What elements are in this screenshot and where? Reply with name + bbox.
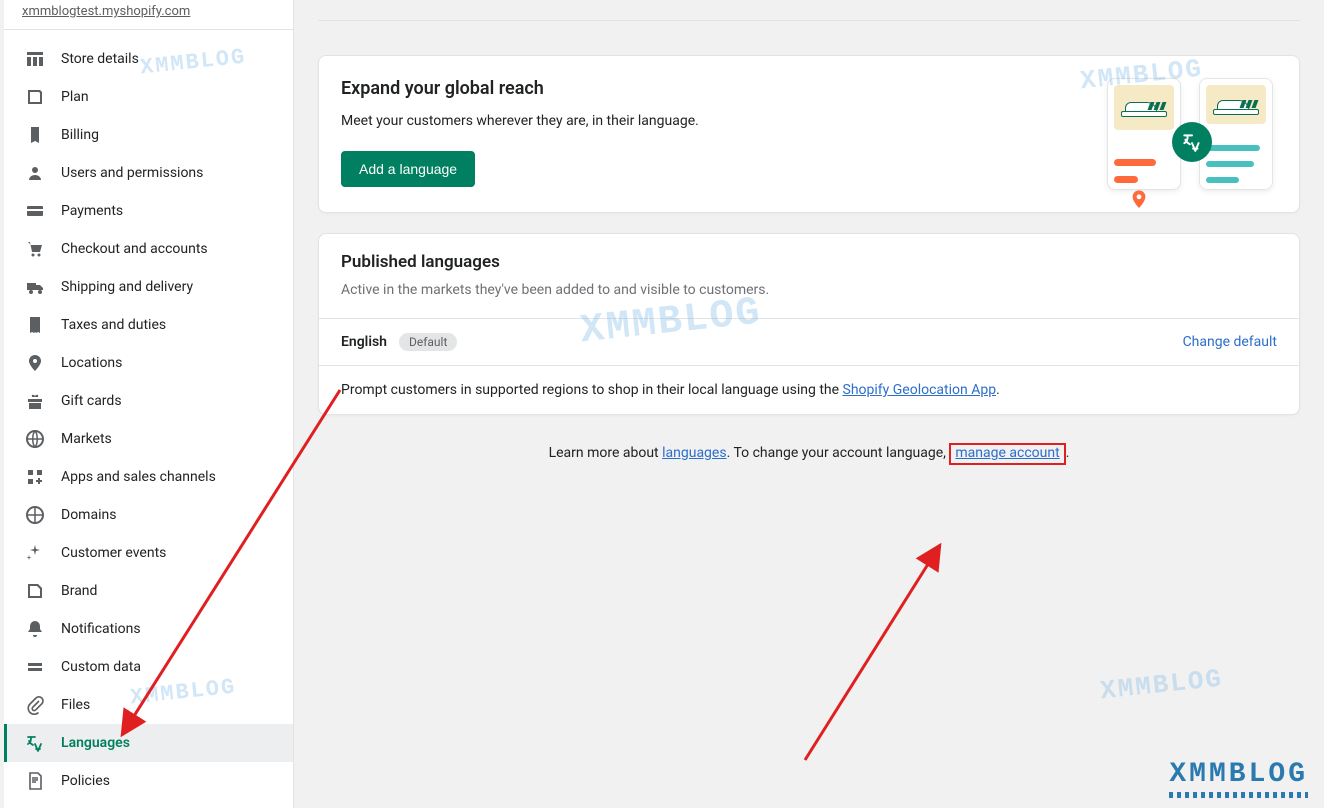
sparkle-icon [25, 543, 45, 563]
sidebar-item-apps[interactable]: Apps and sales channels [4, 458, 293, 496]
sidebar-item-checkout[interactable]: Checkout and accounts [4, 230, 293, 268]
sidebar-item-label: Store details [61, 51, 139, 67]
sidebar-item-label: Files [61, 697, 90, 713]
settings-sidebar: xmmblogtest.myshopify.com Store details … [4, 0, 294, 808]
sidebar-item-label: Gift cards [61, 393, 122, 409]
change-default-link[interactable]: Change default [1183, 334, 1277, 350]
geolocation-app-link[interactable]: Shopify Geolocation App [843, 382, 997, 398]
sidebar-item-policies[interactable]: Policies [4, 762, 293, 800]
language-row: English Default Change default [319, 318, 1299, 365]
globe-icon [25, 429, 45, 449]
sidebar-item-label: Locations [61, 355, 122, 371]
sidebar-item-label: Checkout and accounts [61, 241, 208, 257]
store-url[interactable]: xmmblogtest.myshopify.com [4, 0, 293, 30]
sidebar-item-label: Plan [61, 89, 89, 105]
foot-pre: Learn more about [549, 445, 663, 461]
cart-icon [25, 239, 45, 259]
sidebar-item-billing[interactable]: Billing [4, 116, 293, 154]
sidebar-item-label: Domains [61, 507, 116, 523]
sidebar-item-label: Brand [61, 583, 97, 599]
sidebar-item-label: Policies [61, 773, 110, 789]
sidebar-item-payments[interactable]: Payments [4, 192, 293, 230]
data-icon [25, 657, 45, 677]
receipt-icon [25, 315, 45, 335]
sidebar-item-label: Custom data [61, 659, 141, 675]
published-title: Published languages [341, 252, 1277, 272]
domain-icon [25, 505, 45, 525]
sidebar-item-label: Languages [61, 735, 130, 751]
illustration-card-left [1107, 78, 1181, 190]
plan-icon [25, 87, 45, 107]
published-desc: Active in the markets they've been added… [341, 282, 1277, 298]
sidebar-item-taxes[interactable]: Taxes and duties [4, 306, 293, 344]
apps-icon [25, 467, 45, 487]
sidebar-item-shipping[interactable]: Shipping and delivery [4, 268, 293, 306]
policy-icon [25, 771, 45, 791]
sidebar-item-plan[interactable]: Plan [4, 78, 293, 116]
sidebar-item-label: Customer events [61, 545, 166, 561]
hero-subtitle: Meet your customers wherever they are, i… [341, 113, 699, 129]
manage-account-link[interactable]: manage account [955, 445, 1059, 461]
sidebar-item-custom-data[interactable]: Custom data [4, 648, 293, 686]
sidebar-item-label: Taxes and duties [61, 317, 166, 333]
default-badge: Default [399, 333, 457, 351]
note-pre: Prompt customers in supported regions to… [341, 382, 843, 398]
sidebar-item-store-details[interactable]: Store details [4, 40, 293, 78]
manage-account-highlight: manage account [949, 443, 1065, 465]
sidebar-item-brand[interactable]: Brand [4, 572, 293, 610]
settings-nav: Store details Plan Billing Users and per… [4, 30, 293, 808]
sidebar-item-files[interactable]: Files [4, 686, 293, 724]
note-post: . [996, 382, 1000, 398]
bell-icon [25, 619, 45, 639]
user-icon [25, 163, 45, 183]
geolocation-note: Prompt customers in supported regions to… [319, 365, 1299, 414]
sidebar-item-customer-events[interactable]: Customer events [4, 534, 293, 572]
sidebar-item-label: Markets [61, 431, 112, 447]
translate-icon [25, 733, 45, 753]
sidebar-item-label: Shipping and delivery [61, 279, 193, 295]
language-name: English [341, 334, 387, 350]
sidebar-item-label: Payments [61, 203, 123, 219]
sidebar-item-label: Apps and sales channels [61, 469, 216, 485]
payments-icon [25, 201, 45, 221]
add-language-button[interactable]: Add a language [341, 151, 475, 187]
sidebar-item-label: Billing [61, 127, 99, 143]
top-divider [318, 20, 1300, 21]
main-content: Expand your global reach Meet your custo… [294, 0, 1324, 808]
gift-icon [25, 391, 45, 411]
sidebar-item-label: Notifications [61, 621, 141, 637]
learn-more-footer: Learn more about languages. To change yo… [318, 443, 1300, 465]
hero-title: Expand your global reach [341, 78, 699, 99]
store-icon [25, 49, 45, 69]
sidebar-item-label: Users and permissions [61, 165, 203, 181]
sidebar-item-notifications[interactable]: Notifications [4, 610, 293, 648]
sidebar-item-locations[interactable]: Locations [4, 344, 293, 382]
sidebar-item-gift-cards[interactable]: Gift cards [4, 382, 293, 420]
sidebar-item-domains[interactable]: Domains [4, 496, 293, 534]
sidebar-item-markets[interactable]: Markets [4, 420, 293, 458]
published-languages-card: Published languages Active in the market… [318, 233, 1300, 415]
languages-link[interactable]: languages [662, 445, 726, 461]
billing-icon [25, 125, 45, 145]
foot-post: . [1066, 445, 1070, 461]
hero-illustration [1107, 78, 1277, 190]
truck-icon [25, 277, 45, 297]
pin-icon [25, 353, 45, 373]
translate-badge-icon [1172, 122, 1212, 162]
brand-icon [25, 581, 45, 601]
foot-mid: . To change your account language, [727, 445, 950, 461]
location-pin-icon [1131, 190, 1147, 214]
expand-reach-card: Expand your global reach Meet your custo… [318, 55, 1300, 213]
attachment-icon [25, 695, 45, 715]
sidebar-item-users[interactable]: Users and permissions [4, 154, 293, 192]
sidebar-item-languages[interactable]: Languages [4, 724, 293, 762]
